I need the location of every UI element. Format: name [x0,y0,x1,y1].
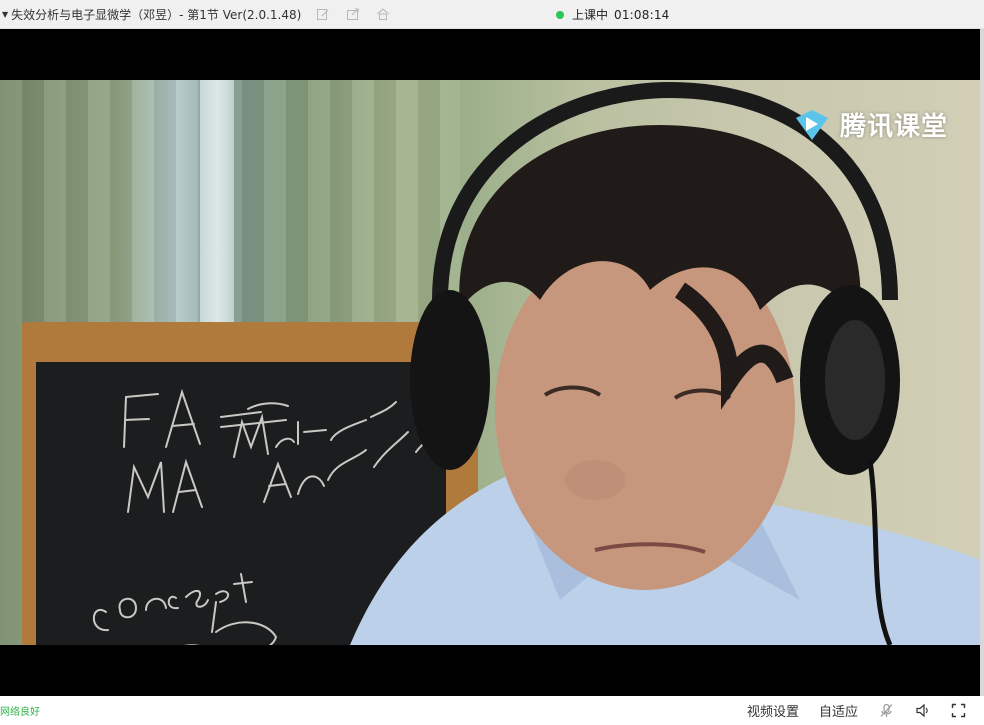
caret-down-icon[interactable]: ▼ [2,10,8,19]
elapsed-time: 01:08:14 [614,7,670,22]
fit-screen-button[interactable]: 自适应 [819,701,858,720]
video-stage[interactable]: 腾讯课堂 [0,29,980,696]
title-bar: ▼ 失效分析与电子显微学（邓昱）- 第1节 Ver(2.0.1.48) 上课中 … [0,0,984,29]
home-icon[interactable] [375,6,391,22]
video-settings-button[interactable]: 视频设置 [747,701,799,720]
window-title: 失效分析与电子显微学（邓昱）- 第1节 Ver(2.0.1.48) [11,7,302,22]
teacher-video [350,81,980,645]
tencent-classroom-logo-icon [795,109,828,140]
fullscreen-icon[interactable] [950,703,966,719]
volume-icon[interactable] [914,703,930,719]
live-indicator [556,10,564,19]
share-icon[interactable] [345,6,361,22]
class-status: 上课中 01:08:14 [556,0,670,29]
live-video-feed[interactable]: 腾讯课堂 [0,80,980,645]
bottom-bar: 网络良好 视频设置 自适应 [0,696,984,725]
edit-icon[interactable] [315,6,331,22]
scrollbar[interactable] [980,29,984,696]
title-area: ▼ 失效分析与电子显微学（邓昱）- 第1节 Ver(2.0.1.48) [0,0,391,29]
title-toolbar [315,6,391,22]
brand-logo-text: 腾讯课堂 [839,112,948,142]
brand-watermark: 腾讯课堂 [792,106,948,143]
mic-muted-icon[interactable] [878,703,894,719]
classroom-window: ▼ 失效分析与电子显微学（邓昱）- 第1节 Ver(2.0.1.48) 上课中 … [0,0,984,725]
window-light [200,80,234,340]
network-status: 网络良好 [0,707,40,718]
playback-controls: 视频设置 自适应 [747,696,966,725]
class-status-label: 上课中 [572,8,609,22]
